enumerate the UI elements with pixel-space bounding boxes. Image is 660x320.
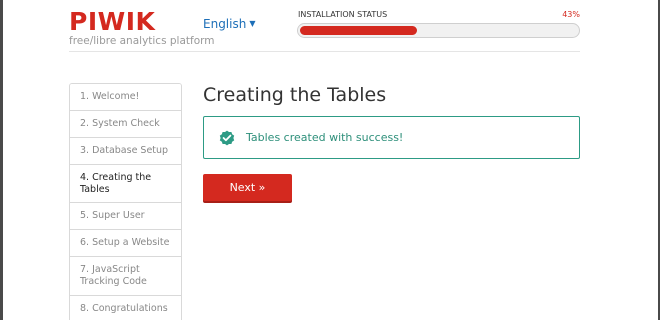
check-badge-icon [219, 130, 235, 145]
window-frame-left [0, 0, 3, 320]
installation-steps: 1. Welcome! 2. System Check 3. Database … [69, 83, 182, 320]
step-setup-website: 6. Setup a Website [70, 230, 181, 258]
step-system-check: 2. System Check [70, 110, 181, 138]
header-divider [69, 51, 580, 52]
caret-down-icon: ▼ [249, 19, 256, 28]
step-welcome: 1. Welcome! [70, 84, 181, 111]
installation-progress-bar [297, 23, 580, 38]
language-selector[interactable]: English ▼ [203, 17, 256, 31]
step-javascript-tracking: 7. JavaScript Tracking Code [70, 257, 181, 296]
step-congratulations: 8. Congratulations [70, 295, 181, 320]
installation-status-percent: 43% [562, 10, 580, 19]
step-database-setup: 3. Database Setup [70, 137, 181, 165]
piwik-logo[interactable]: PIWIK [69, 9, 155, 34]
success-alert: Tables created with success! [203, 116, 580, 159]
language-label: English [203, 17, 247, 31]
step-super-user: 5. Super User [70, 203, 181, 231]
success-message: Tables created with success! [246, 131, 404, 144]
progress-fill [298, 24, 419, 37]
tagline: free/libre analytics platform [69, 35, 215, 47]
installation-status-label: INSTALLATION STATUS [298, 10, 388, 19]
step-creating-tables: 4. Creating the Tables [70, 164, 181, 204]
next-button[interactable]: Next » [203, 174, 292, 201]
page-title: Creating the Tables [203, 84, 387, 106]
